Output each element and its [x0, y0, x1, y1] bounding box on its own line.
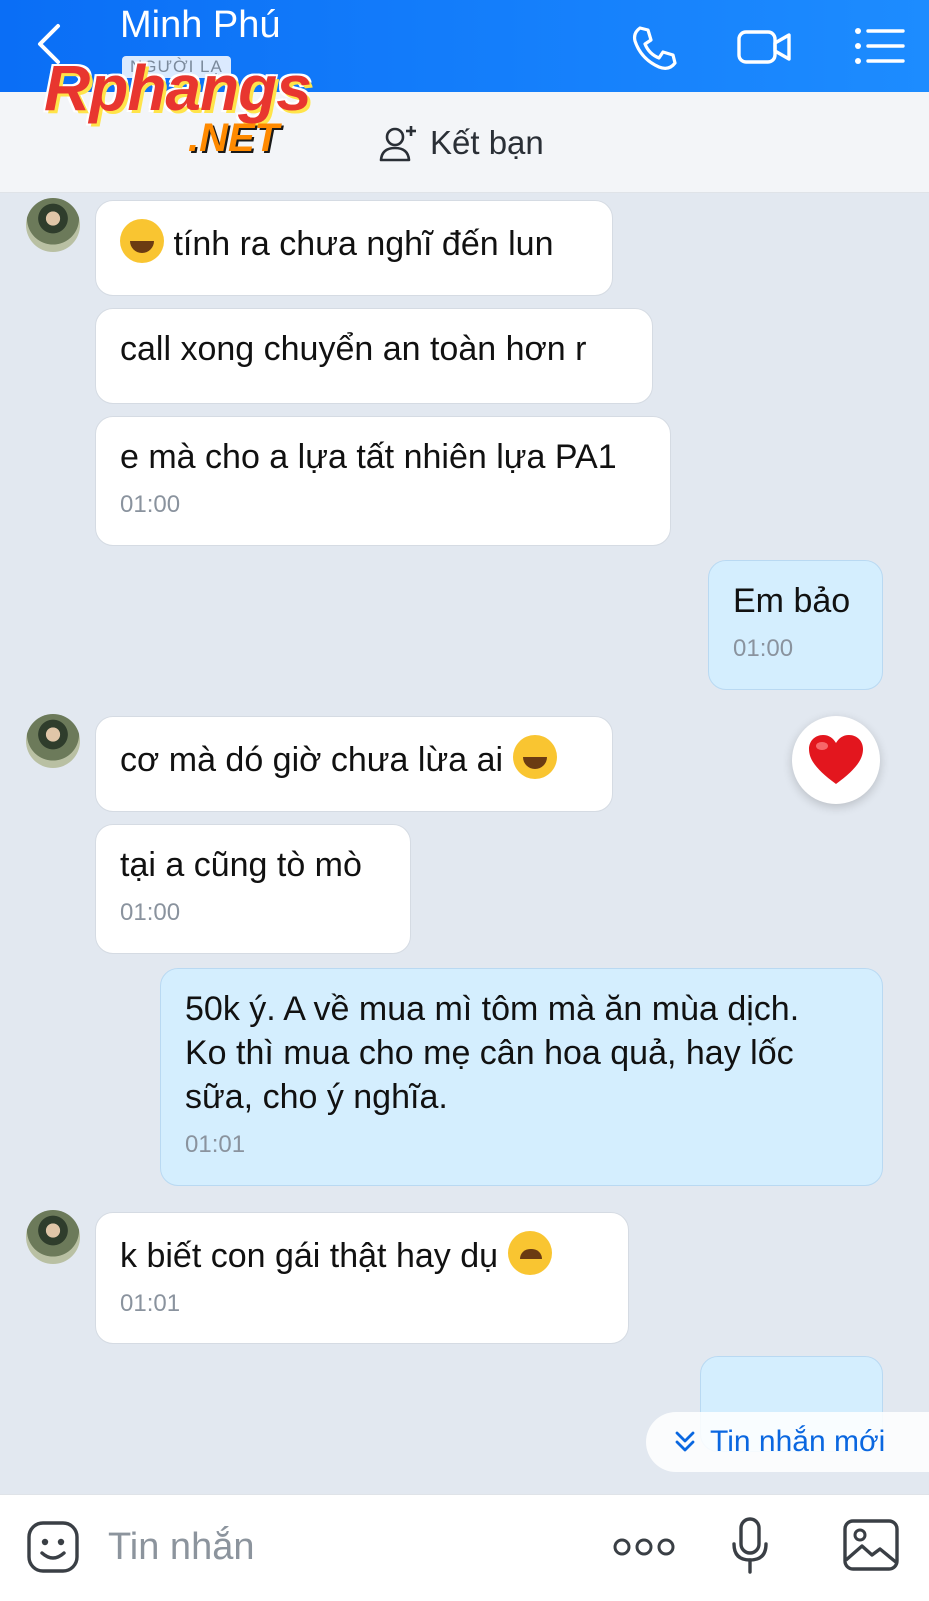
more-dots-icon[interactable] — [612, 1532, 676, 1562]
contact-name[interactable]: Minh Phú — [120, 4, 281, 47]
message-text: Em bảo — [733, 582, 851, 620]
new-messages-label: Tin nhắn mới — [710, 1425, 886, 1458]
message-line: 50k ý. A về mua mì tôm mà ăn mùa dịch. — [185, 990, 800, 1028]
message-text: cơ mà dó giờ chưa lừa ai — [120, 741, 504, 779]
message-bubble-received[interactable]: cơ mà dó giờ chưa lừa ai — [95, 716, 613, 812]
message-text: tính ra chưa nghĩ đến lun — [173, 225, 554, 263]
message-time: 01:00 — [733, 635, 794, 662]
message-time: 01:01 — [185, 1131, 246, 1158]
heart-icon — [809, 735, 863, 784]
add-friend-label: Kết bạn — [430, 124, 544, 161]
message-input[interactable] — [106, 1518, 570, 1576]
watermark-logo-domain: .NET — [188, 116, 280, 160]
add-person-icon — [379, 126, 416, 162]
watermark-logo: Rphangs — [44, 52, 312, 124]
message-time: 01:00 — [120, 899, 181, 926]
message-bubble-received[interactable]: e mà cho a lựa tất nhiên lựa PA1 01:00 — [95, 416, 671, 546]
message-bubble-received[interactable]: tính ra chưa nghĩ đến lun — [95, 200, 613, 296]
message-text: tại a cũng tò mò — [120, 846, 362, 884]
message-line: sữa, cho ý nghĩa. — [185, 1078, 448, 1116]
list-menu-icon[interactable] — [853, 24, 905, 68]
contact-avatar[interactable] — [26, 714, 80, 768]
message-text: call xong chuyển an toàn hơn r — [120, 330, 587, 368]
double-chevron-down-icon — [675, 1431, 695, 1452]
video-camera-icon[interactable] — [736, 22, 794, 72]
message-time: 01:00 — [120, 491, 181, 518]
message-bubble-sent[interactable]: 50k ý. A về mua mì tôm mà ăn mùa dịch. K… — [160, 968, 883, 1186]
message-text: e mà cho a lựa tất nhiên lựa PA1 — [120, 438, 617, 476]
heart-reaction-button[interactable] — [792, 716, 880, 804]
message-bubble-sent[interactable]: Em bảo 01:00 — [708, 560, 883, 690]
tears-of-joy-emoji-icon — [120, 219, 164, 263]
microphone-icon[interactable] — [730, 1516, 770, 1576]
new-messages-button[interactable]: Tin nhắn mới — [646, 1412, 929, 1472]
emoji-sticker-icon[interactable] — [26, 1520, 80, 1574]
wink-emoji-icon — [507, 1231, 552, 1275]
message-bubble-received[interactable]: k biết con gái thật hay dụ 01:01 — [95, 1212, 629, 1344]
message-time: 01:01 — [120, 1290, 181, 1317]
phone-icon[interactable] — [628, 22, 678, 72]
message-bubble-received[interactable]: call xong chuyển an toàn hơn r — [95, 308, 653, 404]
tears-of-joy-emoji-icon — [512, 735, 557, 779]
message-text: k biết con gái thật hay dụ — [120, 1237, 499, 1275]
message-line: Ko thì mua cho mẹ cân hoa quả, hay lốc — [185, 1034, 794, 1072]
contact-avatar[interactable] — [26, 1210, 80, 1264]
message-bubble-received[interactable]: tại a cũng tò mò 01:00 — [95, 824, 411, 954]
contact-avatar[interactable] — [26, 198, 80, 252]
add-friend-button[interactable]: Kết bạn — [378, 120, 544, 166]
image-icon[interactable] — [842, 1518, 900, 1572]
